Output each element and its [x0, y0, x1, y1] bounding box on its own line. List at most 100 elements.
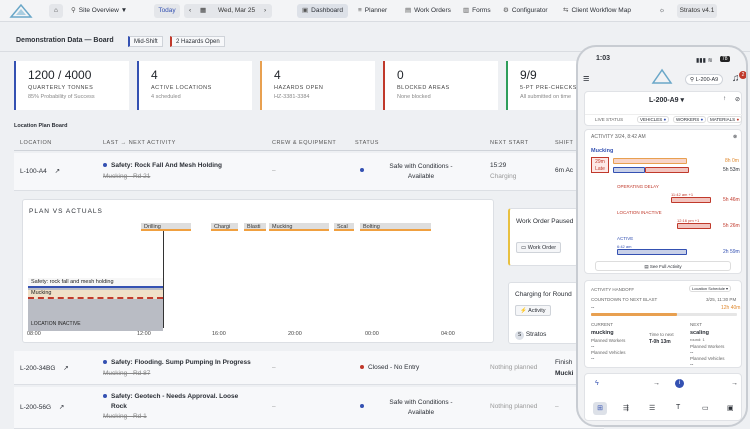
checklist-icon[interactable]: ☰ [649, 404, 655, 412]
dashboard-icon: ▣ [302, 7, 309, 14]
countdown-label: COUNTDOWN TO NEXT BLAST [591, 297, 658, 302]
axis-tick: 00:00 [365, 331, 379, 337]
shift-cell: 6m Ac [555, 167, 574, 174]
shift-chip[interactable]: Mid-Shift [128, 36, 163, 47]
active-bar [617, 249, 687, 255]
actual-bar-2 [645, 167, 689, 173]
kpi-quarterly-tonnes[interactable]: 1200 / 4000 QUARTERLY TONNES 85% Probabi… [14, 61, 129, 110]
activity-cell-cont: Rock [111, 403, 127, 410]
col-crew[interactable]: CREW & EQUIPMENT [272, 140, 336, 146]
next-start-time: 15:29 [490, 162, 507, 169]
location-chip[interactable]: ⚲ L-200-A9 [685, 74, 724, 85]
see-full-activity-button[interactable]: ▤ See Full Activity [595, 261, 731, 271]
activity-cell: Safety: Flooding. Sump Pumping In Progre… [103, 359, 251, 366]
plan-block-blasting[interactable]: Blasti [244, 223, 266, 231]
plan-vs-actuals-panel[interactable]: PLAN VS ACTUALS Drilling Chargi Blasti M… [22, 199, 494, 343]
site-selector[interactable]: ⚲ Site Overview ▼ [71, 4, 127, 18]
kpi-blocked-areas[interactable]: 0 BLOCKED AREAS None blocked [383, 61, 498, 110]
chevron-down-icon: ▼ [120, 7, 128, 14]
prev-activity: Mucking - Rd 1 [103, 413, 147, 420]
plan-block-drilling[interactable]: Drilling [141, 223, 191, 231]
grid-icon[interactable]: ⊞ [593, 402, 607, 415]
chevron-right-icon[interactable]: › [264, 4, 266, 18]
next-start-cell: Nothing planned [490, 403, 538, 410]
col-shift[interactable]: SHIFT [555, 140, 573, 146]
nav-planner[interactable]: ≡ Planner [358, 4, 387, 18]
app-logo-icon[interactable] [8, 3, 34, 19]
inactive-duration: 5h 26m [723, 223, 740, 229]
lightning-icon[interactable]: ϟ [595, 380, 599, 387]
table-row[interactable]: L-200-56G ↗ Safety: Geotech - Needs Appr… [14, 387, 604, 429]
axis-tick: 20:00 [288, 331, 302, 337]
plan-block-charging[interactable]: Chargi [211, 223, 238, 231]
mute-icon[interactable]: ⊘ [735, 96, 740, 103]
op-delay-label: OPERATING DELAY [617, 184, 659, 189]
location-title[interactable]: L-200-A9 ▾ [649, 96, 684, 104]
info-icon[interactable]: i [675, 379, 684, 388]
close-icon[interactable]: ⊗ [733, 134, 737, 140]
hamburger-menu-icon[interactable]: ≡ [583, 73, 589, 85]
nav-client-workflow-map[interactable]: ⇆ Client Workflow Map [563, 4, 631, 18]
date-picker[interactable]: ‹ ▦ Wed, Mar 25 › [184, 4, 272, 18]
home-button[interactable]: ⌂ [49, 4, 63, 18]
vehicles-tab[interactable]: VEHICLES ● [637, 116, 670, 123]
workflow-icon: ⇆ [563, 7, 569, 14]
activity-handoff-card[interactable]: ACTIVITY HANDOFF Location Schedule ▾ COU… [584, 280, 742, 368]
countdown-start: -- [591, 305, 595, 311]
op-delay-bar [671, 197, 711, 203]
col-next-start[interactable]: NEXT START [490, 140, 529, 146]
text-icon[interactable]: T [676, 404, 680, 411]
forms-icon: ▥ [463, 7, 470, 14]
layers-icon[interactable]: ▣ [727, 404, 734, 412]
activity-button[interactable]: ⚡ Activity [515, 305, 551, 316]
materials-tab[interactable]: MATERIALS ● [707, 116, 743, 123]
table-row[interactable]: L-100-A4 ↗ Safety: Rock Fall And Mesh Ho… [14, 153, 604, 191]
planner-icon: ≡ [358, 7, 362, 14]
kpi-pre-checks[interactable]: 9/9 5-PT PRE-CHECKS All submitted on tim… [506, 61, 586, 110]
next-planned-vehicles-value: -- [690, 362, 694, 368]
timeline-icon[interactable]: ⇶ [623, 404, 629, 412]
next-planned-workers-label: Planned Workers [690, 344, 725, 349]
shift-sub: Mucki [555, 370, 574, 377]
plan-block-bolting[interactable]: Bolting [360, 223, 431, 231]
charging-card[interactable]: Charging for Round ⚡ Activity S Stratos [508, 282, 578, 344]
pva-title: PLAN VS ACTUALS [29, 208, 103, 215]
external-link-icon[interactable]: ↗ [63, 365, 68, 372]
current-time-line [163, 231, 164, 328]
table-header: LOCATION LAST → NEXT ACTIVITY CREW & EQU… [14, 137, 604, 151]
chat-icon[interactable]: ▭ [702, 404, 709, 412]
version-badge: Stratos v4.1 [677, 4, 717, 18]
nav-forms[interactable]: ▥ Forms [463, 4, 491, 18]
nav-configurator[interactable]: ⚙ Configurator [503, 4, 548, 18]
activity-timeline-card[interactable]: ACTIVITY 3/24, 8:42 AM ⊗ Mucking 29m Lat… [584, 129, 742, 274]
nav-work-orders[interactable]: ▤ Work Orders [405, 4, 451, 18]
col-status[interactable]: STATUS [355, 140, 379, 146]
signal-icon: ▮▮▮ ≋ [696, 58, 713, 64]
location-schedule-button[interactable]: Location Schedule ▾ [689, 285, 732, 292]
work-order-button[interactable]: ▭ Work Order [516, 242, 562, 253]
col-location[interactable]: LOCATION [20, 140, 52, 146]
arrow-right-icon[interactable]: → [731, 380, 738, 387]
col-activity[interactable]: LAST → NEXT ACTIVITY [103, 140, 176, 146]
chevron-left-icon[interactable]: ‹ [189, 4, 191, 18]
plan-block-mucking[interactable]: Mucking [269, 223, 329, 231]
workers-tab[interactable]: WORKERS ● [673, 116, 707, 123]
plan-block-scaling[interactable]: Scal [334, 223, 354, 231]
external-link-icon[interactable]: ↗ [59, 404, 64, 411]
work-order-card[interactable]: Work Order Paused ▭ Work Order [508, 208, 578, 266]
external-link-icon[interactable]: ↗ [55, 168, 60, 175]
arrow-up-icon[interactable]: ↑ [723, 96, 726, 102]
kpi-active-locations[interactable]: 4 ACTIVE LOCATIONS 4 scheduled [137, 61, 252, 110]
nav-dashboard[interactable]: ▣ Dashboard [297, 4, 348, 18]
today-button[interactable]: Today [154, 4, 180, 18]
kpi-hazards-open[interactable]: 4 HAZARDS OPEN HZ-3381-3384 [260, 61, 375, 110]
actuals-area[interactable]: Safety: rock fall and mesh holding Mucki… [28, 278, 163, 331]
arrow-right-icon[interactable]: → [653, 380, 660, 387]
phone-tab-bar: ϟ → i → ⊞ ⇶ ☰ T ▭ ▣ [584, 373, 742, 421]
table-row[interactable]: L-200-34BG ↗ Safety: Flooding. Sump Pump… [14, 351, 604, 385]
hazards-chip[interactable]: 2 Hazards Open [170, 36, 225, 47]
activity-dot-icon [103, 394, 107, 398]
theme-toggle[interactable]: ☼ [659, 4, 665, 18]
board-title: Demonstration Data — Board [16, 37, 114, 44]
next-planned-vehicles-label: Planned Vehicles [690, 356, 725, 361]
